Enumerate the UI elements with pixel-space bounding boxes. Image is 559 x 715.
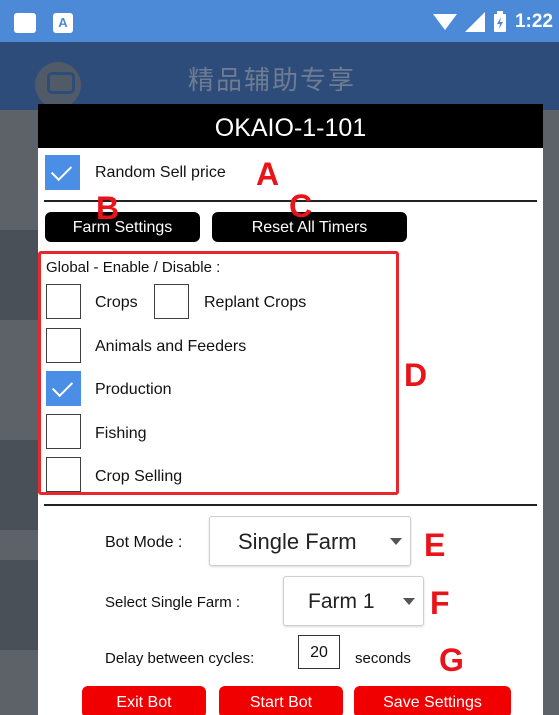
app-notification-icon: A (53, 13, 73, 33)
status-icons: 1:22 (432, 10, 553, 34)
background-item (0, 230, 40, 320)
single-farm-value: Farm 1 (308, 590, 375, 613)
notification-icon (14, 13, 36, 33)
annotation-g: G (439, 642, 464, 678)
battery-icon (493, 11, 506, 32)
production-checkbox[interactable] (46, 371, 81, 406)
replant-crops-label: Replant Crops (204, 294, 307, 311)
bot-mode-label: Bot Mode : (105, 534, 183, 551)
crop-selling-checkbox[interactable] (46, 457, 81, 492)
animals-feeders-checkbox[interactable] (46, 328, 81, 363)
save-settings-button[interactable]: Save Settings (354, 686, 511, 715)
background-item (0, 440, 40, 530)
farm-settings-button[interactable]: Farm Settings (45, 212, 200, 242)
crops-checkbox[interactable] (46, 284, 81, 319)
random-sell-label: Random Sell price (95, 164, 226, 181)
crops-label: Crops (95, 294, 138, 311)
status-bar: A 1:22 (0, 0, 559, 42)
exit-bot-button[interactable]: Exit Bot (82, 686, 206, 715)
signal-icon (464, 12, 485, 32)
delay-label: Delay between cycles: (105, 650, 255, 667)
annotation-a: A (256, 156, 280, 192)
fishing-checkbox[interactable] (46, 414, 81, 449)
delay-input[interactable]: 20 (298, 635, 340, 669)
app-avatar-icon (35, 62, 81, 108)
chevron-down-icon (390, 538, 402, 545)
production-label: Production (95, 381, 172, 398)
annotation-b: B (96, 190, 120, 226)
fishing-label: Fishing (95, 425, 147, 442)
start-bot-button[interactable]: Start Bot (219, 686, 343, 715)
dialog-title: OKAIO-1-101 (38, 104, 543, 148)
animals-feeders-label: Animals and Feeders (95, 338, 247, 355)
background-item (0, 560, 40, 650)
annotation-c: C (289, 188, 313, 224)
settings-dialog: OKAIO-1-101 Random Sell price A Farm Set… (38, 104, 543, 715)
annotation-d: D (404, 357, 428, 393)
delay-unit: seconds (355, 650, 411, 667)
bot-mode-dropdown[interactable]: Single Farm (209, 516, 411, 566)
global-section-highlight (38, 251, 399, 495)
global-heading: Global - Enable / Disable : (46, 259, 221, 276)
single-farm-dropdown[interactable]: Farm 1 (283, 576, 424, 626)
bot-mode-value: Single Farm (238, 529, 357, 554)
app-title: 精品辅助专享 (188, 66, 357, 96)
annotation-f: F (430, 585, 450, 621)
single-farm-label: Select Single Farm : (105, 594, 241, 611)
wifi-icon (432, 14, 457, 30)
annotation-e: E (424, 527, 446, 563)
crop-selling-label: Crop Selling (95, 468, 183, 485)
clock: 1:22 (514, 11, 553, 32)
random-sell-checkbox[interactable] (45, 155, 80, 190)
replant-crops-checkbox[interactable] (154, 284, 189, 319)
chevron-down-icon (403, 598, 415, 605)
divider (44, 504, 537, 506)
